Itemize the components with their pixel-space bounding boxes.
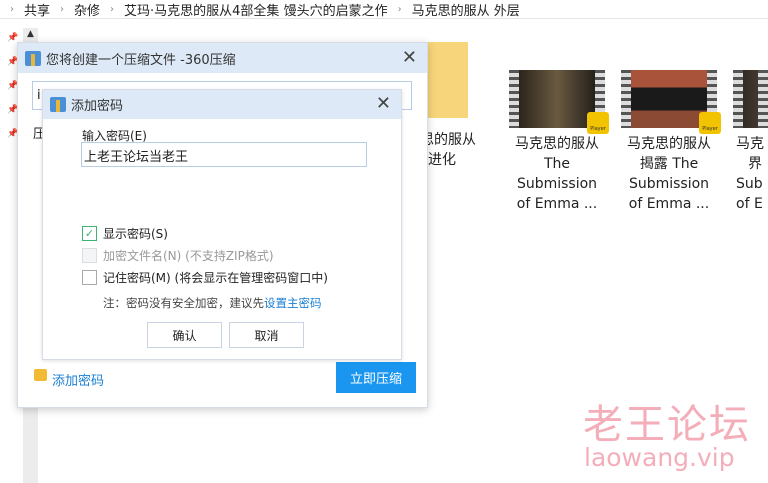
chevron-right-icon: ›	[110, 3, 115, 15]
file-label: 思的服从	[420, 132, 476, 148]
add-password-dialog: 添加密码 ✕ 输入密码(E) 上老王论坛当老王 ✓ 显示密码(S) 加密文件名(N…	[42, 89, 402, 360]
file-label: 揭露 The	[639, 156, 699, 172]
file-item[interactable]: 马克 界 Sub of E	[733, 70, 768, 214]
checkbox-label: 记住密码(M) (将会显示在管理密码窗口中)	[103, 271, 328, 285]
checkmark-icon[interactable]: ✓	[82, 226, 97, 241]
pin-icon: 📌	[7, 33, 19, 43]
pin-icon: 📌	[7, 81, 19, 91]
pin-icon: 📌	[7, 57, 19, 67]
set-master-password-link[interactable]: 设置主密码	[264, 296, 322, 310]
file-item[interactable]: Player 马克思的服从 The Submission of Emma ...	[509, 70, 609, 214]
checkbox-box[interactable]	[82, 270, 97, 285]
chevron-right-icon: ›	[397, 3, 402, 15]
pin-icon: 📌	[7, 129, 19, 139]
checkbox-label: 加密文件名(N) (不支持ZIP格式)	[103, 249, 274, 263]
breadcrumb-item[interactable]: 杂修	[74, 0, 100, 19]
file-label: of Emma ...	[516, 196, 598, 212]
file-label: 马克思的服从	[627, 136, 711, 152]
breadcrumb: › 共享 › 杂修 › 艾玛·马克思的服从4部全集 馒头穴的启蒙之作 › 马克思…	[0, 0, 768, 19]
file-label: Submission	[628, 176, 710, 192]
security-note: 注：密码没有安全加密，建议先设置主密码	[103, 295, 322, 311]
cancel-button[interactable]: 取消	[229, 322, 304, 348]
file-label: 马克思的服从	[515, 136, 599, 152]
compress-now-button[interactable]: 立即压缩	[336, 362, 416, 393]
file-label: Submission	[516, 176, 598, 192]
file-label: 马克	[736, 136, 764, 152]
chevron-right-icon: ›	[60, 3, 65, 15]
video-thumbnail: Player	[509, 70, 609, 134]
file-label: of E	[736, 196, 763, 212]
dialog-title: 您将创建一个压缩文件 -360压缩	[46, 52, 236, 68]
dialog-title-bar: 添加密码 ✕	[43, 90, 401, 119]
file-label: 进化	[428, 152, 456, 168]
player-badge-icon: Player	[699, 112, 721, 134]
file-item[interactable]: 思的服从 进化	[420, 130, 500, 170]
watermark-text: 老王论坛	[583, 402, 751, 448]
archive-icon	[25, 50, 41, 66]
lock-open-icon	[34, 369, 47, 381]
remember-password-checkbox[interactable]: 记住密码(M) (将会显示在管理密码窗口中)	[82, 269, 328, 286]
note-text: 注：密码没有安全加密，建议先	[103, 296, 264, 310]
scroll-up-icon[interactable]: ▲	[23, 29, 38, 39]
archive-icon	[50, 97, 66, 112]
show-password-checkbox[interactable]: ✓ 显示密码(S)	[82, 225, 168, 242]
file-label: Sub	[736, 176, 763, 192]
chevron-right-icon: ›	[10, 3, 14, 15]
close-icon[interactable]: ✕	[376, 93, 391, 114]
folder-icon[interactable]	[428, 42, 468, 118]
breadcrumb-item[interactable]: 艾玛·马克思的服从4部全集 馒头穴的启蒙之作	[124, 0, 388, 19]
video-thumbnail: Player	[621, 70, 721, 134]
file-item[interactable]: Player 马克思的服从 揭露 The Submission of Emma …	[621, 70, 721, 214]
video-thumbnail	[733, 70, 768, 128]
ok-button[interactable]: 确认	[147, 322, 222, 348]
dialog-title-bar: 您将创建一个压缩文件 -360压缩 ✕	[18, 43, 427, 73]
checkbox-box	[82, 248, 97, 263]
breadcrumb-item[interactable]: 马克思的服从 外层	[412, 0, 520, 19]
breadcrumb-item[interactable]: 共享	[24, 0, 50, 19]
watermark-url: laowang.vip	[584, 443, 735, 472]
file-label: 界	[748, 156, 762, 172]
encrypt-filenames-checkbox: 加密文件名(N) (不支持ZIP格式)	[82, 247, 274, 264]
close-icon[interactable]: ✕	[402, 47, 417, 68]
player-badge-icon: Player	[587, 112, 609, 134]
checkbox-label: 显示密码(S)	[103, 227, 168, 241]
password-input[interactable]: 上老王论坛当老王	[81, 142, 367, 167]
file-label: The	[543, 156, 571, 172]
file-label: of Emma ...	[628, 196, 710, 212]
dialog-title: 添加密码	[71, 99, 124, 114]
pin-icon: 📌	[7, 105, 19, 115]
add-password-link[interactable]: 添加密码	[52, 370, 104, 389]
